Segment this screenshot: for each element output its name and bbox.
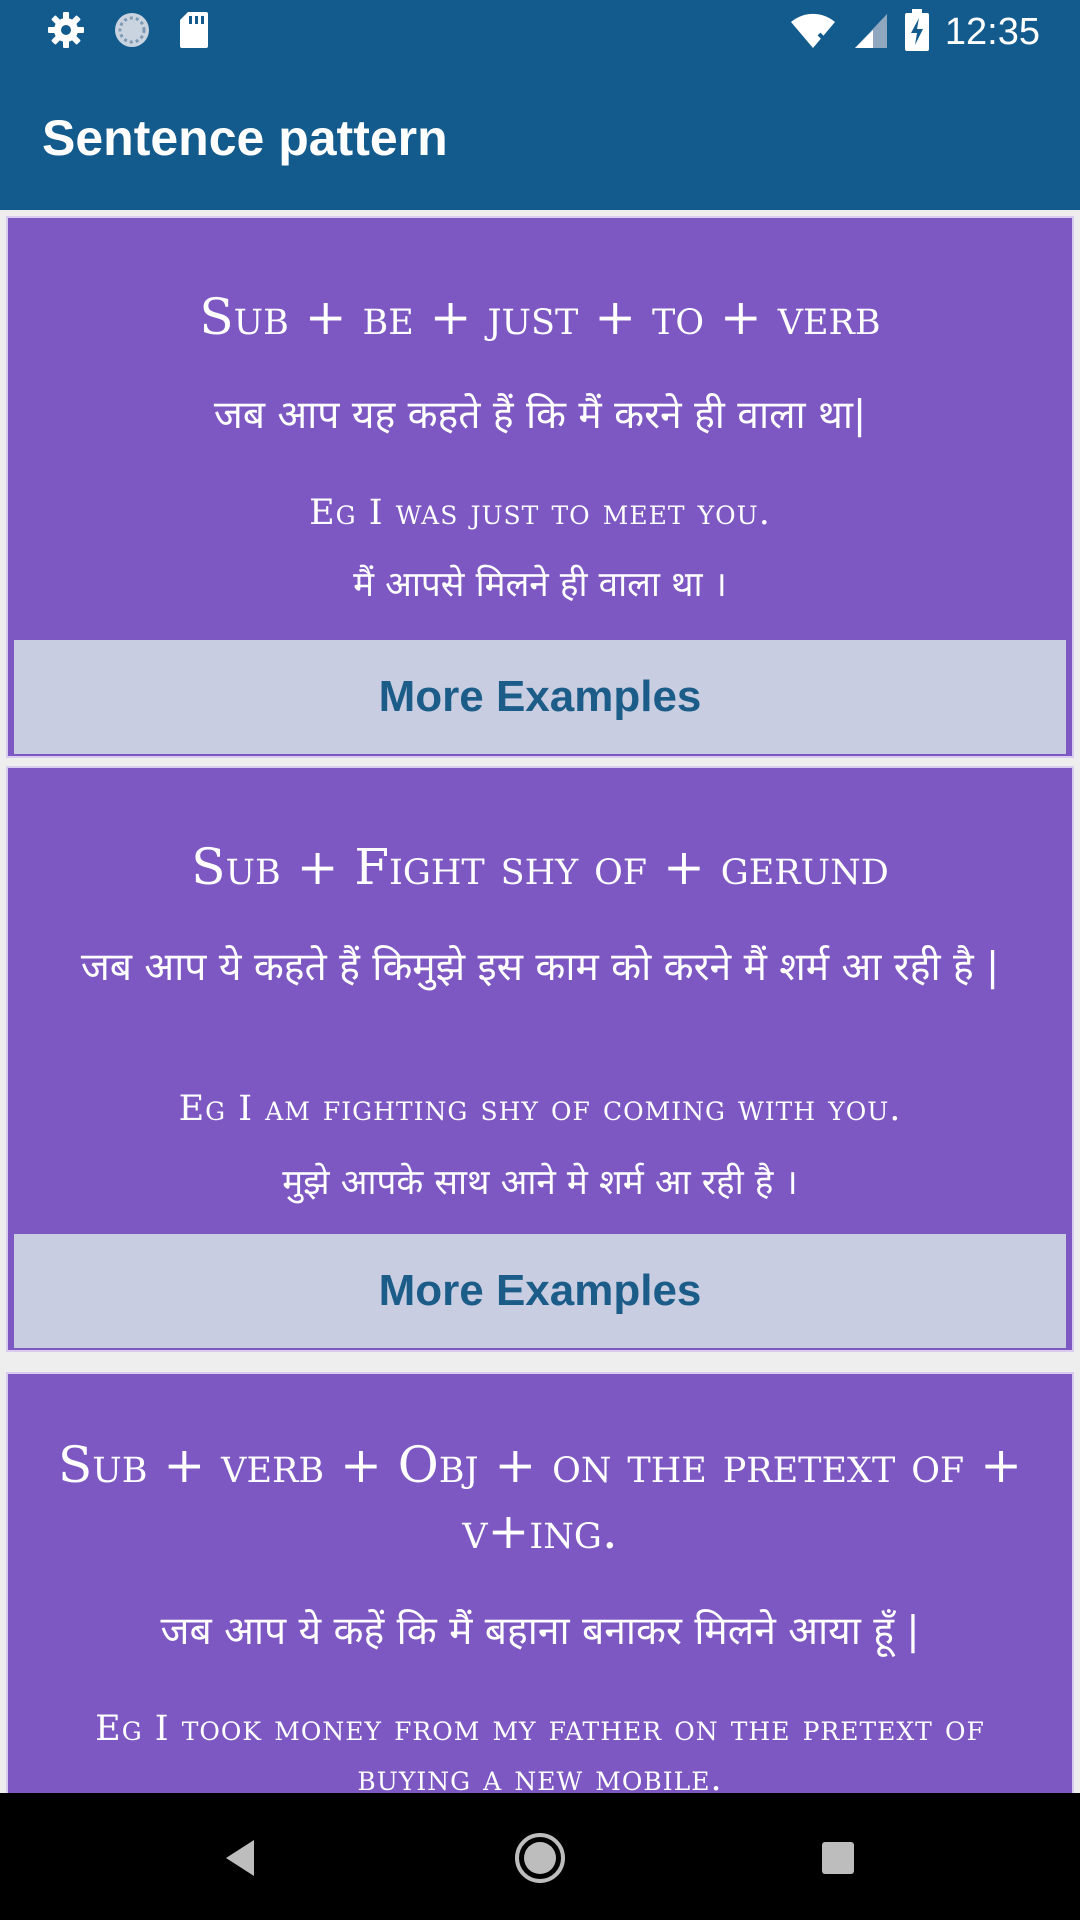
recents-icon[interactable] bbox=[803, 1823, 873, 1893]
pattern-list[interactable]: Sub + be + just + to + verb जब आप यह कहत… bbox=[0, 210, 1080, 1793]
back-icon[interactable] bbox=[205, 1823, 275, 1893]
example-hindi: मैं आपसे मिलने ही वाला था । bbox=[353, 565, 727, 605]
example-hindi: मुझे आपके साथ आने मे शर्म आ रही है । bbox=[282, 1163, 798, 1203]
status-left-icons bbox=[46, 12, 210, 52]
pattern-card: Sub + be + just + to + verb जब आप यह कहत… bbox=[6, 216, 1074, 758]
example-sentence: Eg I was just to meet you. bbox=[309, 493, 771, 533]
pattern-card: Sub + Fight shy of + gerund जब आप ये कहत… bbox=[6, 766, 1074, 1352]
pattern-hindi-description: जब आप ये कहते हैं किमुझे इस काम को करने … bbox=[80, 945, 1000, 990]
page-title: Sentence pattern bbox=[42, 110, 448, 166]
settings-icon bbox=[46, 10, 86, 54]
status-right-icons: 12:35 bbox=[789, 8, 1040, 56]
example-sentence: Eg I took money from my father on the pr… bbox=[95, 1709, 985, 1793]
more-examples-button[interactable]: More Examples bbox=[14, 640, 1066, 754]
status-bar: 12:35 bbox=[0, 0, 1080, 63]
pattern-formula: Sub + be + just + to + verb bbox=[199, 288, 881, 346]
wifi-off-icon bbox=[789, 10, 837, 54]
pattern-hindi-description: जब आप ये कहें कि मैं बहाना बनाकर मिलने आ… bbox=[160, 1609, 920, 1654]
pattern-card: Sub + verb + Obj + on the pretext of + v… bbox=[6, 1372, 1074, 1793]
home-icon[interactable] bbox=[505, 1823, 575, 1893]
status-time: 12:35 bbox=[944, 10, 1040, 53]
sync-icon bbox=[112, 10, 152, 54]
signal-icon bbox=[853, 10, 889, 54]
battery-charging-icon bbox=[904, 9, 929, 55]
navigation-bar bbox=[0, 1793, 1080, 1920]
pattern-formula: Sub + verb + Obj + on the pretext of + v… bbox=[58, 1436, 1022, 1560]
app-bar: Sentence pattern bbox=[0, 63, 1080, 210]
pattern-hindi-description: जब आप यह कहते हैं कि मैं करने ही वाला था… bbox=[213, 393, 867, 438]
sd-card-icon bbox=[178, 10, 210, 54]
pattern-formula: Sub + Fight shy of + gerund bbox=[191, 838, 889, 896]
more-examples-button[interactable]: More Examples bbox=[14, 1234, 1066, 1348]
example-sentence: Eg I am fighting shy of coming with you. bbox=[178, 1089, 902, 1129]
